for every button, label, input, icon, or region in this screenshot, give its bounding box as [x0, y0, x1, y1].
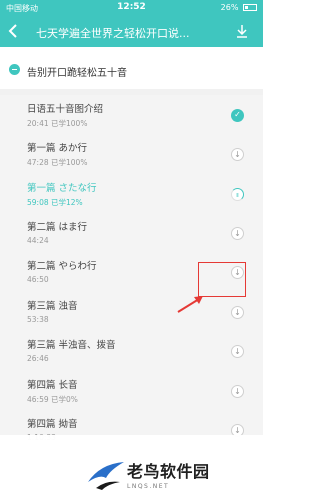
watermark-site: LNQS.NET [127, 483, 170, 490]
red-arrow-icon [177, 296, 203, 313]
lesson-row[interactable]: 第二篇 はま行 44:24 ↓ [0, 215, 263, 254]
lesson-row[interactable]: 第四篇 长音 46:59 已学0% ↓ [0, 373, 263, 412]
lesson-row[interactable]: 第三篇 浊音 53:38 ↓ [0, 294, 263, 333]
lesson-meta: 20:41 已学100% [27, 119, 88, 128]
lesson-title: 第四篇 拗音 [27, 419, 78, 430]
lesson-meta: 46:50 [27, 275, 49, 284]
back-button[interactable] [8, 20, 18, 44]
lesson-meta: 59:08 已学12% [27, 198, 83, 207]
download-progress-icon[interactable]: Ⅱ [231, 188, 244, 201]
battery-icon [243, 4, 257, 11]
download-icon[interactable]: ↓ [231, 345, 244, 358]
download-icon[interactable]: ↓ [231, 148, 244, 161]
status-bar: 中国移动 12:52 26% [0, 0, 263, 16]
lesson-row[interactable]: 第三篇 半浊音、拨音 26:46 ↓ [0, 333, 263, 372]
download-icon[interactable]: ↓ [231, 385, 244, 398]
page-title: 七天学遍全世界之轻松开口说... [36, 27, 190, 40]
watermark-brand: 老鸟软件园 [127, 462, 210, 481]
bird-logo-icon [88, 462, 124, 490]
lesson-meta: 46:59 已学0% [27, 395, 78, 404]
download-icon[interactable]: ↓ [231, 306, 244, 319]
lesson-title: 第三篇 半浊音、拨音 [27, 340, 116, 351]
minus-circle-icon[interactable] [9, 64, 20, 75]
chevron-left-icon [8, 24, 17, 38]
lesson-title: 第一篇 あか行 [27, 143, 88, 154]
lesson-meta: 53:38 [27, 315, 49, 324]
battery-indicator: 26% [221, 3, 257, 12]
lesson-title: 第一篇 さたな行 [27, 183, 97, 194]
lesson-row[interactable]: 日语五十音图介绍 20:41 已学100% ✓ [0, 97, 263, 136]
section-title: 告别开口跪轻松五十音 [27, 68, 127, 79]
battery-percent: 26% [220, 3, 239, 12]
lesson-title: 第二篇 やらわ行 [27, 261, 97, 272]
lesson-row[interactable]: 第一篇 さたな行 59:08 已学12% Ⅱ [0, 176, 263, 215]
lesson-title: 第二篇 はま行 [27, 222, 88, 233]
lesson-title: 第三篇 浊音 [27, 301, 78, 312]
nav-bar: 七天学遍全世界之轻松开口说... [0, 16, 263, 47]
check-circle-icon[interactable]: ✓ [231, 109, 244, 122]
lesson-meta: 44:24 [27, 236, 49, 245]
lesson-meta: 47:28 已学100% [27, 158, 88, 167]
lesson-title: 日语五十音图介绍 [27, 104, 104, 115]
lesson-title: 第四篇 长音 [27, 380, 78, 391]
lesson-meta: 26:46 [27, 354, 49, 363]
lesson-row[interactable]: 第一篇 あか行 47:28 已学100% ↓ [0, 136, 263, 175]
download-all-button[interactable] [235, 23, 249, 39]
download-icon[interactable]: ↓ [231, 227, 244, 240]
section-header[interactable]: 告别开口跪轻松五十音 [0, 47, 263, 95]
